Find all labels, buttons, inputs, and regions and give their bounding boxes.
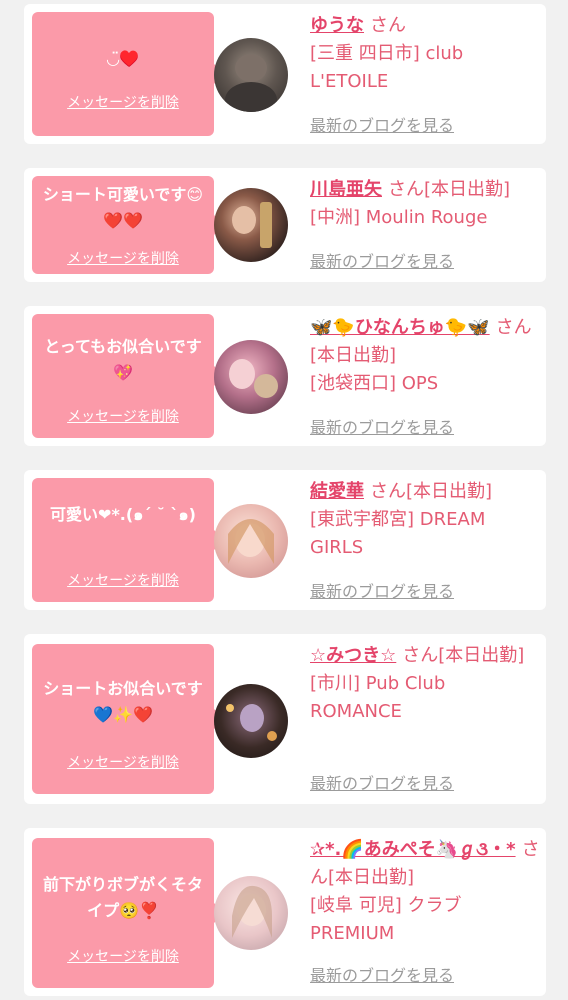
profile-info: ゆうな さん [三重 四日市] club L'ETOILE xyxy=(310,12,542,96)
message-card: とってもお似合いです💖 メッセージを削除 🦋🐤ひなんちゅ🐤🦋 さん[本日出勤] [… xyxy=(24,306,546,446)
message-bubble: ショートお似合いです💙✨❤️ メッセージを削除 xyxy=(32,644,224,794)
avatar-photo-gray xyxy=(225,54,277,112)
shop-name: [岐阜 可児] クラブ PREMIUM xyxy=(310,895,462,944)
message-text: 可愛い❤*.(๑ˊ ˘ ˋ๑) xyxy=(50,505,196,524)
shop-name: [三重 四日市] club L'ETOILE xyxy=(310,43,464,92)
shop-name: [市川] Pub Club ROMANCE xyxy=(310,673,446,722)
avatar[interactable] xyxy=(214,38,288,112)
profile-info: 川島亜矢 さん[本日出勤] [中洲] Moulin Rouge xyxy=(310,176,542,232)
name-line: ☆みつき☆ さん[本日出勤] xyxy=(310,642,542,670)
avatar[interactable] xyxy=(214,340,288,414)
name-line: ✰*.🌈あみぺそ🦄ℊ૩・* さん[本日出勤] xyxy=(310,836,542,892)
profile-name-link[interactable]: 川島亜矢 xyxy=(310,179,382,200)
delete-message-link[interactable]: メッセージを削除 xyxy=(32,570,214,590)
message-bubble: 前下がりボブがくそタイプ🥺❣️ メッセージを削除 xyxy=(32,838,224,988)
delete-message-link[interactable]: メッセージを削除 xyxy=(32,248,214,268)
name-line: ゆうな さん xyxy=(310,12,542,40)
message-text: 前下がりボブがくそタイプ🥺❣️ xyxy=(42,875,203,920)
avatar-photo-pink xyxy=(229,359,278,398)
message-card: ショートお似合いです💙✨❤️ メッセージを削除 ☆みつき☆ さん[本日出勤] [市… xyxy=(24,634,546,804)
shop-name: [東武宇都宮] DREAM GIRLS xyxy=(310,509,486,558)
name-line: 結愛華 さん[本日出勤] xyxy=(310,478,542,506)
avatar[interactable] xyxy=(214,188,288,262)
avatar-photo-pale xyxy=(232,885,272,938)
avatar[interactable] xyxy=(214,684,288,758)
message-card: 前下がりボブがくそタイプ🥺❣️ メッセージを削除 ✰*.🌈あみぺそ🦄ℊ૩・* さん… xyxy=(24,828,546,996)
message-card: 可愛い❤*.(๑ˊ ˘ ˋ๑) メッセージを削除 結愛華 さん[本日出勤] [東武… xyxy=(24,470,546,610)
name-line: 🦋🐤ひなんちゅ🐤🦋 さん[本日出勤] xyxy=(310,314,542,370)
blog-link[interactable]: 最新のブログを見る xyxy=(310,962,454,986)
profile-name-link[interactable]: 結愛華 xyxy=(310,481,364,502)
profile-info: 結愛華 さん[本日出勤] [東武宇都宮] DREAM GIRLS xyxy=(310,478,542,562)
message-bubble: とってもお似合いです💖 メッセージを削除 xyxy=(32,314,224,438)
name-line: 川島亜矢 さん[本日出勤] xyxy=(310,176,542,204)
delete-message-link[interactable]: メッセージを削除 xyxy=(32,946,214,966)
blog-link[interactable]: 最新のブログを見る xyxy=(310,112,454,136)
message-text: ◡̈♥️ xyxy=(106,49,140,68)
message-text: とってもお似合いです💖 xyxy=(44,337,202,382)
message-card: ◡̈♥️ メッセージを削除 ゆうな さん [三重 四日市] club L'ETOI… xyxy=(24,4,546,144)
message-card: ショート可愛いです😊❤️❤️ メッセージを削除 川島亜矢 さん[本日出勤] [中洲… xyxy=(24,168,546,282)
avatar[interactable] xyxy=(214,876,288,950)
profile-info: ☆みつき☆ さん[本日出勤] [市川] Pub Club ROMANCE xyxy=(310,642,542,726)
blog-link[interactable]: 最新のブログを見る xyxy=(310,770,454,794)
avatar[interactable] xyxy=(214,504,288,578)
name-suffix: さん[本日出勤] xyxy=(370,481,493,502)
profile-name-link[interactable]: ゆうな xyxy=(310,15,364,36)
profile-name-link[interactable]: ✰*.🌈あみぺそ🦄ℊ૩・* xyxy=(310,839,516,860)
message-text: ショートお似合いです💙✨❤️ xyxy=(43,679,203,724)
avatar-photo-night xyxy=(226,704,277,741)
profile-name-link[interactable]: 🦋🐤ひなんちゅ🐤🦋 xyxy=(310,317,490,338)
delete-message-link[interactable]: メッセージを削除 xyxy=(32,92,214,112)
name-suffix: さん[本日出勤] xyxy=(402,645,525,666)
profile-info: 🦋🐤ひなんちゅ🐤🦋 さん[本日出勤] [池袋西口] OPS xyxy=(310,314,542,398)
name-suffix: さん[本日出勤] xyxy=(388,179,511,200)
profile-name-link[interactable]: ☆みつき☆ xyxy=(310,645,396,666)
message-bubble: ◡̈♥️ メッセージを削除 xyxy=(32,12,224,136)
delete-message-link[interactable]: メッセージを削除 xyxy=(32,752,214,772)
blog-link[interactable]: 最新のブログを見る xyxy=(310,248,454,272)
blog-link[interactable]: 最新のブログを見る xyxy=(310,578,454,602)
shop-name: [池袋西口] OPS xyxy=(310,373,439,394)
shop-name: [中洲] Moulin Rouge xyxy=(310,207,488,228)
avatar-photo-light xyxy=(228,519,274,564)
message-bubble: ショート可愛いです😊❤️❤️ メッセージを削除 xyxy=(32,176,224,274)
avatar-photo-dark xyxy=(232,202,272,248)
name-suffix: さん xyxy=(370,15,406,36)
blog-link[interactable]: 最新のブログを見る xyxy=(310,414,454,438)
message-text: ショート可愛いです😊❤️❤️ xyxy=(42,185,204,230)
message-list: ◡̈♥️ メッセージを削除 ゆうな さん [三重 四日市] club L'ETOI… xyxy=(0,0,568,1000)
delete-message-link[interactable]: メッセージを削除 xyxy=(32,406,214,426)
profile-info: ✰*.🌈あみぺそ🦄ℊ૩・* さん[本日出勤] [岐阜 可児] クラブ PREMIU… xyxy=(310,836,542,948)
message-bubble: 可愛い❤*.(๑ˊ ˘ ˋ๑) メッセージを削除 xyxy=(32,478,224,602)
